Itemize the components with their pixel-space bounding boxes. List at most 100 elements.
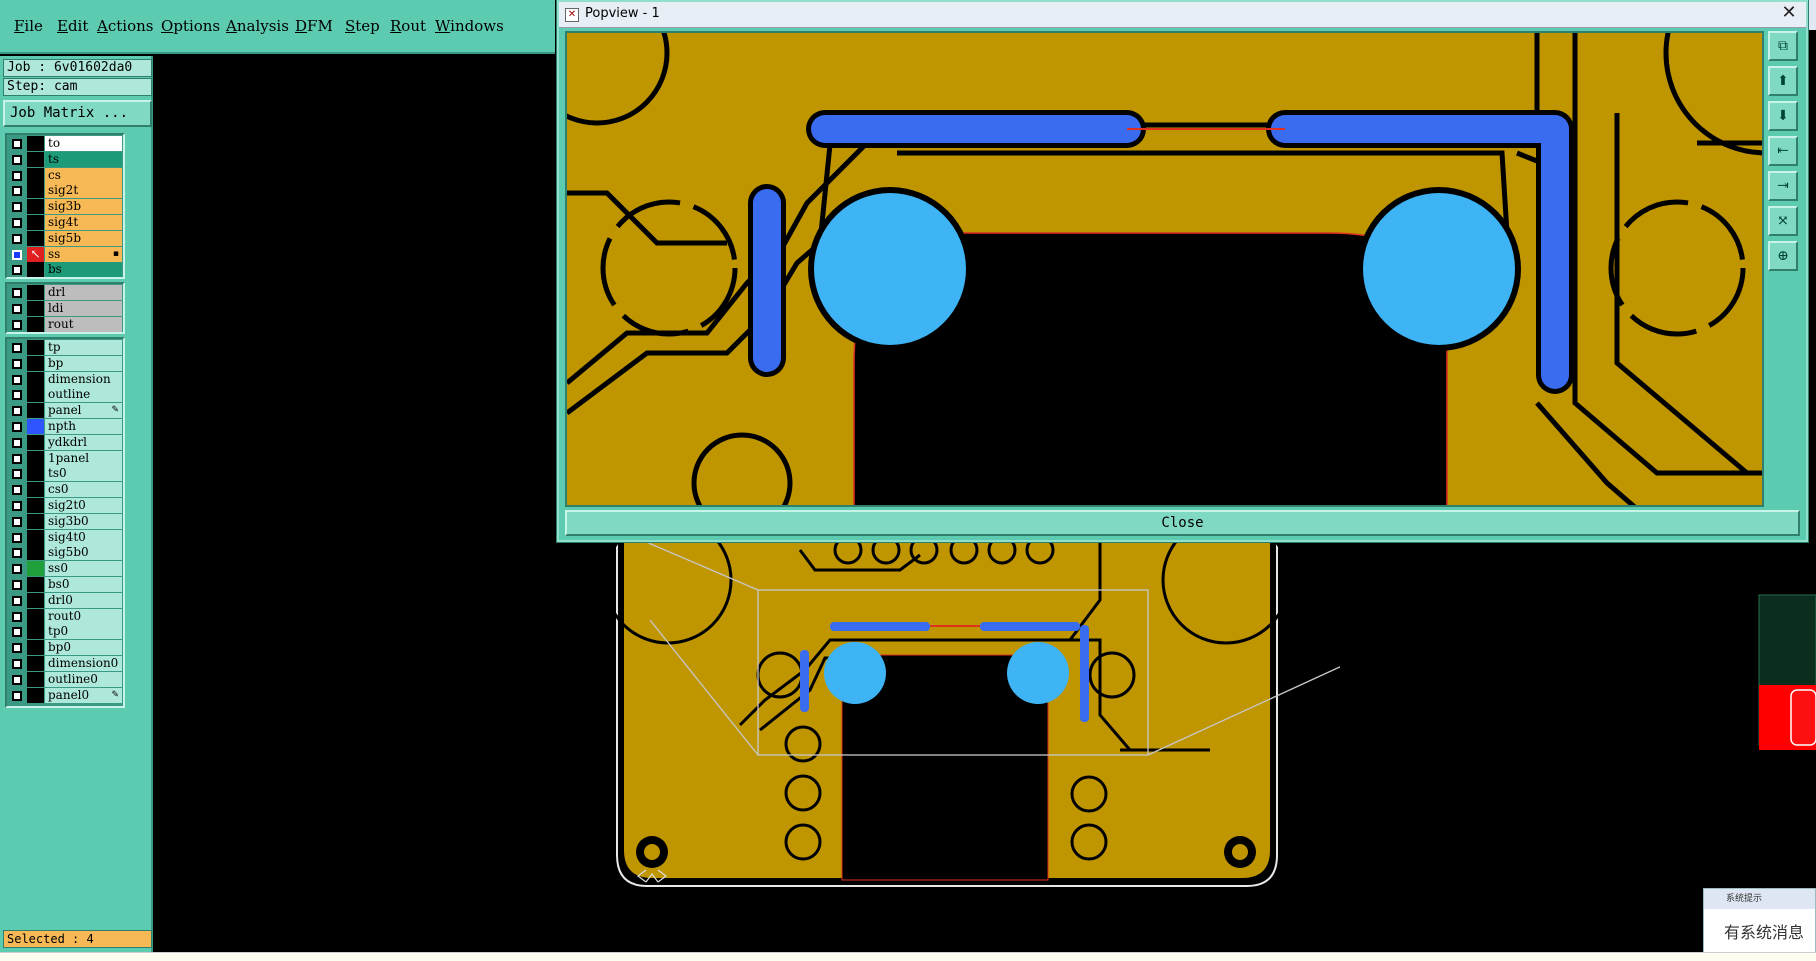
layer-checkbox[interactable]	[12, 170, 22, 181]
popview-canvas[interactable]	[565, 31, 1764, 507]
layer-checkbox[interactable]	[12, 374, 22, 385]
layer-checkbox[interactable]	[12, 202, 22, 213]
layer-row-tp0[interactable]: tp0	[8, 624, 122, 640]
layer-row-bp0[interactable]: bp0	[8, 640, 122, 656]
layer-checkbox[interactable]	[12, 627, 22, 638]
layer-color-swatch[interactable]	[27, 624, 44, 640]
layer-row-sig5b0[interactable]: sig5b0	[8, 545, 122, 561]
layer-row-cs[interactable]: cs	[8, 167, 122, 184]
layer-name[interactable]: 1panel	[45, 450, 122, 466]
layer-color-swatch[interactable]	[27, 450, 44, 466]
layer-color-swatch[interactable]	[27, 513, 44, 529]
layer-row-ydkdrl[interactable]: ydkdrl	[8, 434, 122, 451]
layer-name[interactable]: npth	[45, 418, 122, 434]
layer-color-swatch[interactable]	[27, 466, 44, 482]
layer-color-swatch[interactable]	[27, 183, 44, 199]
layer-name[interactable]: dimension0	[45, 655, 122, 671]
layer-name[interactable]: tp0	[45, 624, 122, 640]
layer-checkbox[interactable]	[12, 437, 22, 448]
layer-name[interactable]: ts	[45, 151, 122, 167]
zoom-out-icon[interactable]: ⬇	[1768, 101, 1798, 131]
layer-row-panel0[interactable]: panel0 ✎	[8, 687, 122, 704]
menu-step[interactable]: Step	[345, 17, 380, 35]
layer-color-swatch[interactable]	[27, 497, 44, 513]
layer-color-swatch[interactable]	[27, 434, 44, 450]
layer-row-bs[interactable]: bs	[8, 262, 122, 278]
menu-edit[interactable]: Edit	[57, 17, 88, 35]
layer-color-swatch[interactable]: ↖	[27, 246, 44, 262]
layer-row-tp[interactable]: tp	[8, 340, 122, 356]
layer-name[interactable]: ss	[45, 246, 122, 262]
layer-checkbox[interactable]	[12, 217, 22, 228]
layer-color-swatch[interactable]	[27, 403, 44, 419]
layer-row-cs0[interactable]: cs0	[8, 482, 122, 498]
layer-row-rout[interactable]: rout	[8, 316, 122, 333]
layer-row-dimension[interactable]: dimension	[8, 371, 122, 388]
board-graphics-view[interactable]	[560, 540, 1340, 890]
layer-row-1panel[interactable]: 1panel	[8, 450, 122, 467]
layer-name[interactable]: tp	[45, 340, 122, 355]
layer-row-sig2t0[interactable]: sig2t0	[8, 497, 122, 514]
layer-color-swatch[interactable]	[27, 167, 44, 183]
layer-checkbox[interactable]	[12, 611, 22, 622]
layer-name[interactable]: sig4t0	[45, 529, 122, 545]
menu-dfm[interactable]: DFM	[295, 17, 333, 35]
popview-titlebar[interactable]: ✕ Popview - 1 ✕	[559, 2, 1806, 28]
layer-color-swatch[interactable]	[27, 387, 44, 403]
layer-name[interactable]: panel0	[45, 687, 122, 703]
layer-row-sig3b0[interactable]: sig3b0	[8, 513, 122, 530]
menu-analysis[interactable]: Analysis	[226, 17, 289, 35]
layer-checkbox[interactable]	[12, 186, 22, 197]
menu-actions[interactable]: Actions	[97, 17, 153, 35]
layer-color-swatch[interactable]	[27, 214, 44, 230]
layer-checkbox[interactable]	[12, 358, 22, 369]
layer-color-swatch[interactable]	[27, 561, 44, 577]
layer-color-swatch[interactable]	[27, 340, 44, 355]
layer-row-sig3b[interactable]: sig3b	[8, 199, 122, 215]
layer-color-swatch[interactable]	[27, 199, 44, 215]
zoom-window-icon[interactable]: ⧉	[1768, 31, 1798, 61]
zoom-in-icon[interactable]: ⬆	[1768, 66, 1798, 96]
pan-left-icon[interactable]: ⇤	[1768, 136, 1798, 166]
layer-name[interactable]: rout	[45, 316, 122, 332]
layer-name[interactable]: ydkdrl	[45, 434, 122, 450]
layer-checkbox[interactable]	[12, 406, 22, 417]
layer-row-rout0[interactable]: rout0	[8, 608, 122, 625]
layer-color-swatch[interactable]	[27, 576, 44, 592]
layer-row-sig5b[interactable]: sig5b	[8, 230, 122, 247]
layer-row-drl[interactable]: drl	[8, 285, 122, 301]
layer-name[interactable]: dimension	[45, 371, 122, 387]
layer-checkbox[interactable]	[12, 303, 22, 314]
layer-row-ts[interactable]: ts	[8, 151, 122, 168]
layer-name[interactable]: outline0	[45, 671, 122, 687]
layer-row-to[interactable]: to	[8, 136, 122, 152]
layer-color-swatch[interactable]	[27, 687, 44, 703]
layer-name[interactable]: outline	[45, 387, 122, 403]
layer-color-swatch[interactable]	[27, 285, 44, 300]
layer-name[interactable]: rout0	[45, 608, 122, 624]
layer-row-panel[interactable]: panel ✎	[8, 403, 122, 419]
layer-checkbox[interactable]	[12, 532, 22, 543]
layer-checkbox[interactable]	[12, 469, 22, 480]
layer-checkbox[interactable]	[12, 139, 22, 149]
layer-checkbox[interactable]	[12, 249, 22, 260]
layer-checkbox[interactable]	[12, 453, 22, 464]
layer-color-swatch[interactable]	[27, 529, 44, 545]
layer-checkbox[interactable]	[12, 548, 22, 559]
layer-row-ss0[interactable]: ss0	[8, 561, 122, 577]
layer-color-swatch[interactable]	[27, 151, 44, 167]
layer-row-ldi[interactable]: ldi	[8, 300, 122, 317]
layer-row-outline0[interactable]: outline0	[8, 671, 122, 688]
layer-color-swatch[interactable]	[27, 136, 44, 151]
layer-name[interactable]: sig2t0	[45, 497, 122, 513]
layer-color-swatch[interactable]	[27, 316, 44, 332]
layer-color-swatch[interactable]	[27, 230, 44, 246]
layer-name[interactable]: sig5b	[45, 230, 122, 246]
layer-name[interactable]: sig5b0	[45, 545, 122, 561]
layer-checkbox[interactable]	[12, 319, 22, 330]
layer-name[interactable]: bs	[45, 262, 122, 278]
layer-row-sig2t[interactable]: sig2t	[8, 183, 122, 199]
layer-row-ss[interactable]: ↖ ss ▪	[8, 246, 122, 263]
layer-color-swatch[interactable]	[27, 640, 44, 656]
layer-name[interactable]: cs	[45, 167, 122, 183]
